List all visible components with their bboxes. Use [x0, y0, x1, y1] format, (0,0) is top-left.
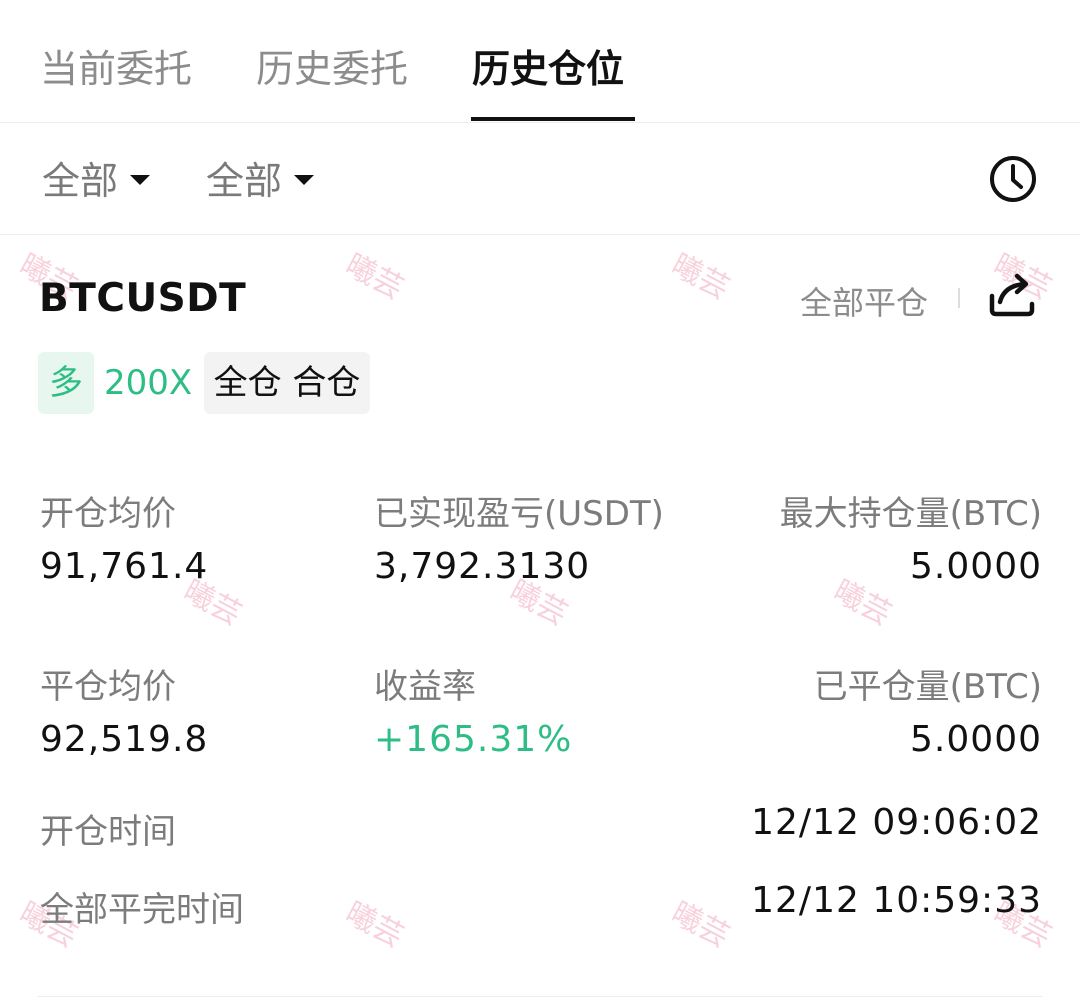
active-tab-indicator [471, 117, 635, 121]
order-tabs: 当前委托 历史委托 历史仓位 [0, 0, 1080, 123]
tab-order-history[interactable]: 历史委托 [256, 44, 408, 94]
max-hold-label: 最大持仓量(BTC) [779, 494, 1042, 534]
close-all-button[interactable]: 全部平仓 [800, 278, 928, 324]
realized-pnl-value: 3,792.3130 [374, 546, 591, 587]
leverage-tag: 200X [104, 363, 193, 403]
symbol-name[interactable]: BTCUSDT [39, 276, 246, 321]
clock-history-icon[interactable] [988, 154, 1038, 204]
tab-position-history[interactable]: 历史仓位 [472, 44, 624, 94]
filter-dropdown-1[interactable]: 全部 [42, 158, 151, 204]
tab-current-orders[interactable]: 当前委托 [40, 44, 192, 94]
watermark: 曦芸 [339, 895, 410, 955]
max-hold-value: 5.0000 [910, 546, 1042, 587]
open-time-label: 开仓时间 [40, 812, 176, 852]
open-avg-price-label: 开仓均价 [40, 494, 176, 534]
close-avg-price-label: 平仓均价 [40, 667, 176, 707]
card-divider [38, 996, 1042, 997]
watermark: 曦芸 [665, 247, 736, 307]
position-history-screen: 当前委托 历史委托 历史仓位 全部 全部 曦芸 曦芸 曦芸 曦芸 曦芸 曦芸 曦… [0, 0, 1080, 1005]
open-time-value: 12/12 09:06:02 [751, 802, 1042, 843]
open-avg-price-value: 91,761.4 [40, 546, 209, 587]
roi-value: +165.31% [374, 719, 573, 760]
margin-mode-tag: 全仓 合仓 [204, 352, 370, 414]
watermark: 曦芸 [665, 895, 736, 955]
roi-label: 收益率 [374, 667, 476, 707]
filter-dropdown-2[interactable]: 全部 [206, 158, 315, 204]
realized-pnl-label: 已实现盈亏(USDT) [374, 494, 664, 534]
caret-down-icon [294, 174, 315, 185]
separator [958, 288, 960, 308]
filter-bar: 全部 全部 [0, 122, 1080, 235]
close-time-value: 12/12 10:59:33 [751, 880, 1042, 921]
watermark: 曦芸 [339, 247, 410, 307]
watermark: 曦芸 [827, 573, 898, 633]
closed-qty-value: 5.0000 [910, 719, 1042, 760]
filter-dropdown-1-label: 全部 [42, 159, 119, 203]
closed-qty-label: 已平仓量(BTC) [813, 667, 1042, 707]
close-avg-price-value: 92,519.8 [40, 719, 209, 760]
caret-down-icon [130, 174, 151, 185]
side-tag-long: 多 [38, 352, 94, 414]
close-time-label: 全部平完时间 [40, 890, 244, 930]
filter-dropdown-2-label: 全部 [206, 159, 283, 203]
share-icon[interactable] [986, 270, 1038, 320]
